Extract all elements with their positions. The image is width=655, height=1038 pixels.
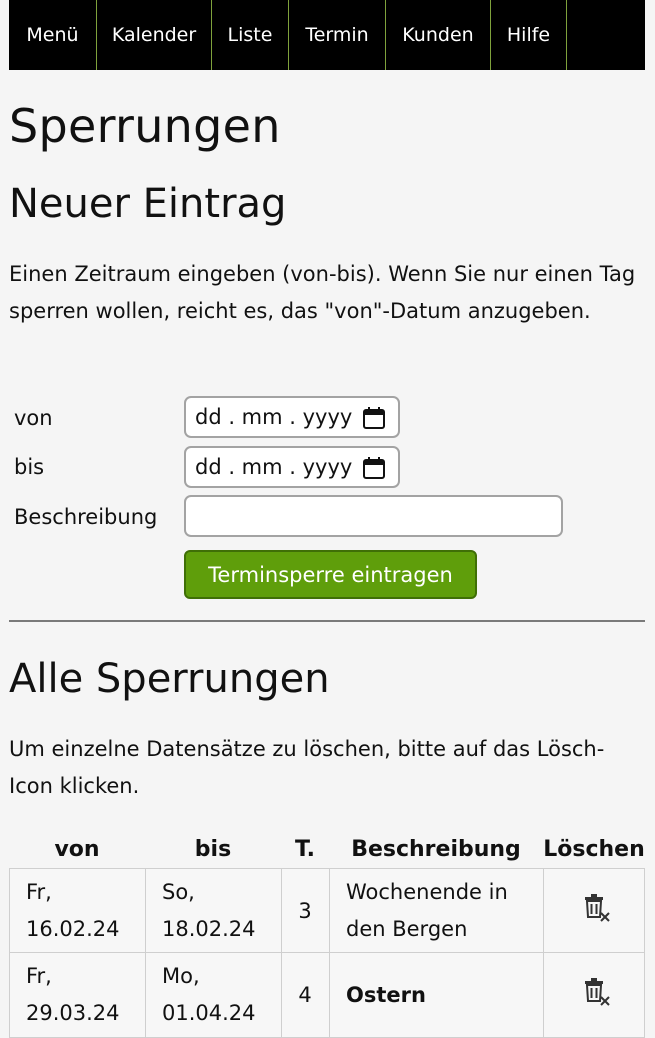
row-from-day: Fr, <box>26 964 52 988</box>
row-description-line1: Wochenende in <box>346 880 508 904</box>
row-description-line2: den Bergen <box>346 917 468 941</box>
from-date-placeholder: dd . mm . yyyy <box>195 405 353 429</box>
table-row: So, 18.02.24 <box>162 874 256 948</box>
from-date-input[interactable]: dd . mm . yyyy <box>184 396 400 438</box>
table-row: Fr, 29.03.24 <box>26 958 120 1032</box>
nav-item-help[interactable]: Hilfe <box>491 0 567 70</box>
table-divider <box>9 952 645 953</box>
from-label: von <box>14 406 53 430</box>
nav-item-calendar[interactable]: Kalender <box>97 0 212 70</box>
top-navigation: Menü Kalender Liste Termin Kunden Hilfe <box>9 0 645 70</box>
column-header-delete: Löschen <box>543 837 645 862</box>
all-blocks-heading: Alle Sperrungen <box>9 656 330 702</box>
row-days: 4 <box>298 983 312 1007</box>
description-input[interactable] <box>184 495 563 537</box>
row-to-date: 01.04.24 <box>162 1001 256 1025</box>
trash-delete-icon[interactable] <box>582 977 612 1009</box>
row-to-date: 18.02.24 <box>162 917 256 941</box>
row-days: 3 <box>298 899 312 923</box>
row-description-line1: Ostern <box>346 983 426 1007</box>
table-divider <box>145 868 146 1038</box>
table-row: Wochenende in den Bergen <box>346 874 508 948</box>
row-from-day: Fr, <box>26 880 52 904</box>
table-row: Mo, 01.04.24 <box>162 958 256 1032</box>
nav-item-menu[interactable]: Menü <box>9 0 97 70</box>
table-divider <box>543 868 544 1038</box>
to-date-placeholder: dd . mm . yyyy <box>195 455 353 479</box>
column-header-description: Beschreibung <box>351 837 521 862</box>
page-title: Sperrungen <box>9 99 281 153</box>
row-to-day: Mo, <box>162 964 200 988</box>
to-date-input[interactable]: dd . mm . yyyy <box>184 446 400 488</box>
trash-delete-icon[interactable] <box>582 893 612 925</box>
nav-item-customers[interactable]: Kunden <box>386 0 491 70</box>
table-divider <box>329 868 330 1038</box>
to-label: bis <box>14 455 45 479</box>
description-label: Beschreibung <box>14 505 158 529</box>
column-header-to: bis <box>194 837 232 862</box>
row-to-day: So, <box>162 880 195 904</box>
calendar-icon[interactable] <box>362 406 386 430</box>
column-header-from: von <box>54 837 100 862</box>
table-row: Fr, 16.02.24 <box>26 874 120 948</box>
intro-text: Einen Zeitraum eingeben (von-bis). Wenn … <box>9 262 636 323</box>
nav-item-list[interactable]: Liste <box>212 0 289 70</box>
delete-hint-text: Um einzelne Datensätze zu löschen, bitte… <box>9 737 605 798</box>
calendar-icon[interactable] <box>362 456 386 480</box>
column-header-days: T. <box>294 837 316 862</box>
section-divider <box>9 620 645 622</box>
row-from-date: 29.03.24 <box>26 1001 120 1025</box>
nav-item-appointment[interactable]: Termin <box>289 0 386 70</box>
new-entry-heading: Neuer Eintrag <box>9 181 287 227</box>
submit-block-button[interactable]: Terminsperre eintragen <box>184 550 477 599</box>
row-from-date: 16.02.24 <box>26 917 120 941</box>
